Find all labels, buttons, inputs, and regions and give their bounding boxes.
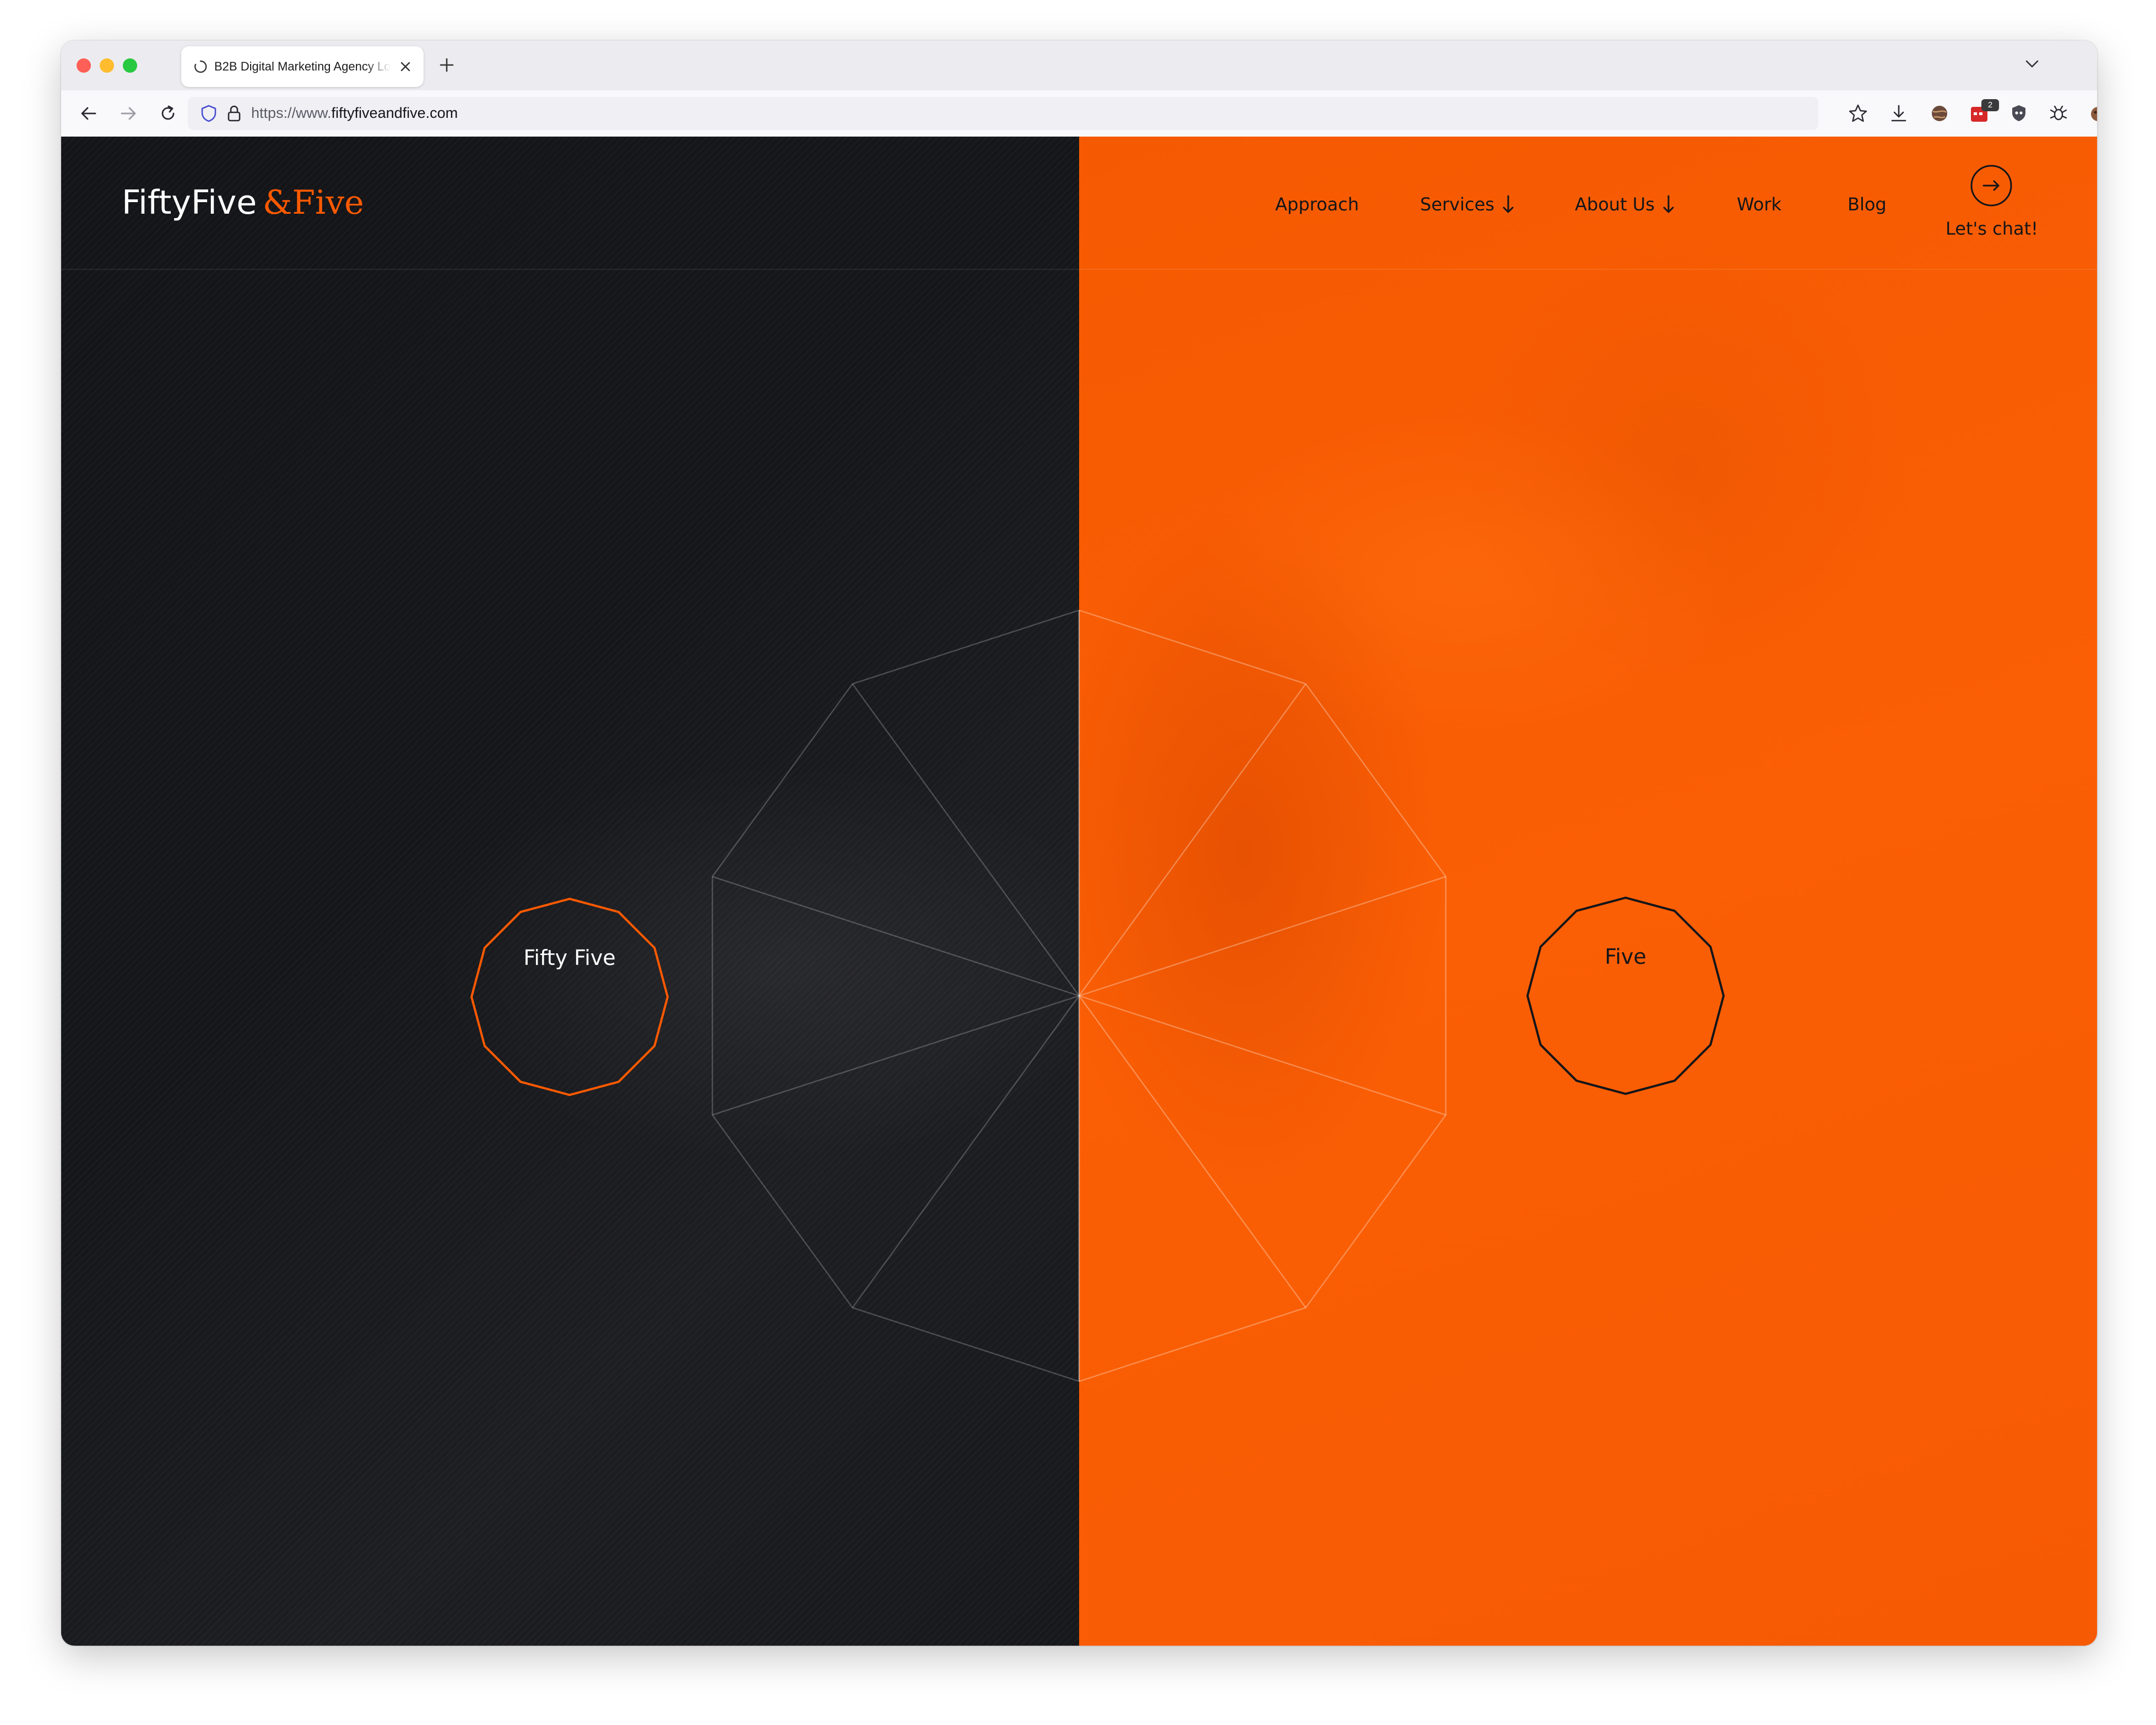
wireframe-spoke (1079, 876, 1447, 997)
extension-badge-button[interactable]: 2 (1968, 99, 1999, 124)
privacy-shield-icon[interactable] (2008, 102, 2030, 124)
cookie-icon[interactable] (2087, 102, 2097, 124)
decagon-wireframe-right (1078, 609, 1447, 1382)
url-text[interactable]: https://www.fiftyfiveandfive.com (251, 105, 458, 123)
shield-icon[interactable] (199, 104, 219, 123)
wireframe-edge (1305, 1114, 1447, 1309)
five-node-label[interactable]: Five (1515, 945, 1736, 969)
back-arrow-icon[interactable] (78, 102, 100, 124)
decagon-wireframe-left (712, 609, 1080, 1382)
wireframe-spoke (852, 995, 1080, 1309)
url-protocol: https://www. (251, 105, 332, 121)
lock-icon[interactable] (224, 104, 244, 123)
wireframe-spoke (712, 995, 1080, 1116)
wireframe-spoke (852, 683, 1080, 996)
wireframe-edge (1305, 683, 1447, 877)
wireframe-edge (1079, 1307, 1306, 1382)
reload-icon[interactable] (157, 102, 179, 124)
window-close-button[interactable] (77, 58, 91, 73)
wireframe-spoke (1079, 995, 1447, 1116)
address-bar[interactable]: https://www.fiftyfiveandfive.com (188, 97, 1818, 130)
loading-icon (194, 60, 207, 73)
wireframe-edge (852, 1307, 1080, 1382)
window-minimize-button[interactable] (100, 58, 114, 73)
bookmark-star-icon[interactable] (1847, 102, 1869, 124)
wireframe-edge (852, 609, 1080, 685)
fifty-five-node-label[interactable]: Fifty Five (459, 946, 680, 970)
chevron-down-icon[interactable] (2022, 54, 2042, 74)
wireframe-edge (712, 1114, 853, 1309)
download-icon[interactable] (1888, 102, 1910, 124)
url-host: fiftyfiveandfive.com (331, 105, 458, 121)
wireframe-edge (712, 683, 853, 877)
extension-globe-icon[interactable] (1929, 102, 1951, 124)
tab-bar: B2B Digital Marketing Agency London (61, 41, 2097, 90)
tab-title: B2B Digital Marketing Agency London (214, 59, 391, 73)
bug-icon[interactable] (2047, 102, 2070, 124)
window-maximize-button[interactable] (123, 58, 137, 73)
wireframe-spoke (1079, 683, 1307, 996)
wireframe-edge (1079, 609, 1306, 685)
browser-window: B2B Digital Marketing Agency London (61, 41, 2097, 1646)
new-tab-plus-icon[interactable] (436, 54, 458, 76)
hero-geometry (470, 609, 1725, 1382)
forward-arrow-icon[interactable] (117, 102, 139, 124)
close-icon[interactable] (397, 58, 414, 75)
wireframe-spoke (1079, 995, 1307, 1309)
extension-badge-count: 2 (1981, 99, 1999, 111)
five-node-outline[interactable] (1526, 896, 1725, 1095)
fifty-five-node-outline[interactable] (470, 897, 669, 1097)
web-page: FiftyFive &Five Approach Services About … (61, 137, 2097, 1646)
wireframe-spoke (712, 876, 1080, 997)
browser-tab[interactable]: B2B Digital Marketing Agency London (181, 46, 424, 87)
navigation-toolbar: https://www.fiftyfiveandfive.com 2 (61, 90, 2097, 137)
